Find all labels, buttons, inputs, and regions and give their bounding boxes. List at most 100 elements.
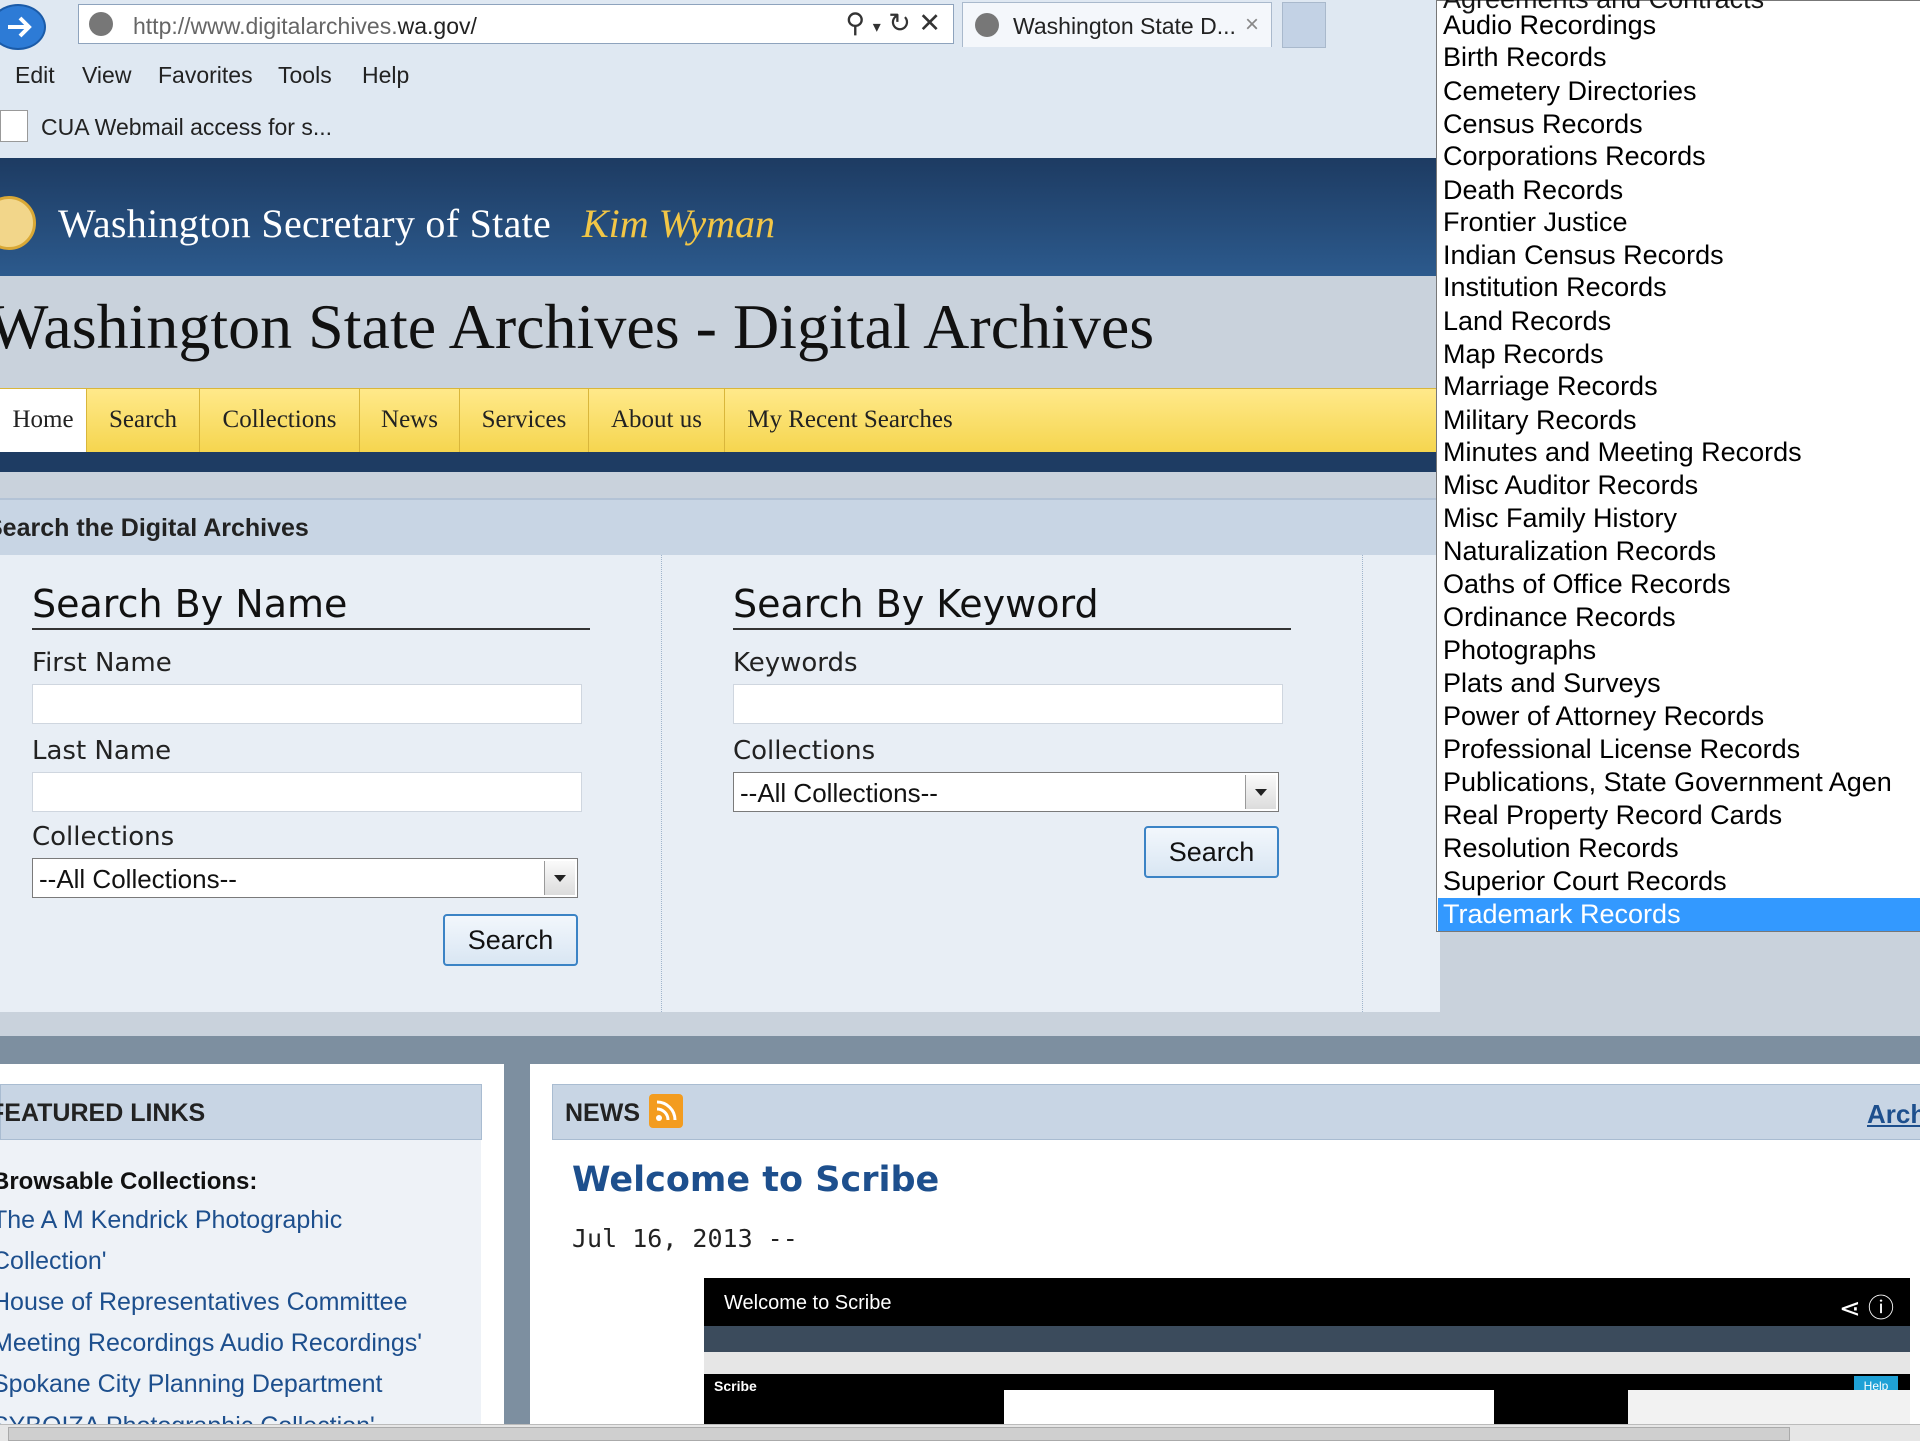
collections-dropdown-list[interactable]: Agreements and Contracts Audio Recording… bbox=[1436, 0, 1920, 932]
forward-arrow-icon bbox=[8, 16, 32, 38]
dropdown-option[interactable]: Oaths of Office Records bbox=[1443, 568, 1920, 601]
search-by-name-title: Search By Name bbox=[32, 582, 348, 626]
new-tab-button[interactable] bbox=[1282, 2, 1326, 48]
dropdown-option[interactable]: Misc Auditor Records bbox=[1443, 469, 1920, 502]
first-name-input[interactable] bbox=[32, 684, 582, 724]
dropdown-option[interactable]: Military Records bbox=[1443, 404, 1920, 437]
news-archive-link[interactable]: Archive bbox=[1867, 1099, 1920, 1130]
dropdown-option[interactable]: Misc Family History bbox=[1443, 502, 1920, 535]
dropdown-option[interactable]: Birth Records bbox=[1443, 41, 1920, 74]
dropdown-option[interactable]: Ordinance Records bbox=[1443, 601, 1920, 634]
name-collections-select[interactable]: --All Collections-- bbox=[32, 858, 578, 898]
nav-home[interactable]: Home bbox=[0, 389, 87, 453]
menu-edit[interactable]: Edit bbox=[15, 62, 55, 89]
chevron-down-icon[interactable] bbox=[1245, 775, 1276, 809]
page-title: Washington State Archives - Digital Arch… bbox=[0, 291, 1155, 362]
stop-icon[interactable]: ✕ bbox=[918, 8, 941, 38]
video-title: Welcome to Scribe bbox=[724, 1292, 892, 1314]
nav-collections[interactable]: Collections bbox=[200, 389, 360, 453]
column-divider bbox=[661, 555, 662, 1012]
browser-tab[interactable]: Washington State D... × bbox=[962, 2, 1272, 47]
featured-link[interactable]: House of Representatives Committee bbox=[0, 1288, 407, 1317]
news-item-title[interactable]: Welcome to Scribe bbox=[572, 1160, 939, 1200]
office-name[interactable]: Washington Secretary of State bbox=[58, 200, 551, 247]
dropdown-option[interactable]: Institution Records bbox=[1443, 271, 1920, 304]
share-icon[interactable]: ⋖ bbox=[1839, 1293, 1861, 1323]
menu-view[interactable]: View bbox=[82, 62, 131, 89]
dropdown-option[interactable]: Professional License Records bbox=[1443, 733, 1920, 766]
rss-icon[interactable] bbox=[649, 1094, 683, 1128]
title-underline bbox=[32, 628, 590, 630]
name-search-button[interactable]: Search bbox=[443, 914, 578, 966]
search-icon[interactable]: ⚲ bbox=[845, 8, 865, 38]
menu-help[interactable]: Help bbox=[362, 62, 409, 89]
featured-link[interactable]: Spokane City Planning Department bbox=[0, 1370, 383, 1399]
tab-title: Washington State D... bbox=[1013, 13, 1236, 39]
featured-link[interactable]: The A M Kendrick Photographic bbox=[0, 1206, 342, 1235]
dropdown-option[interactable]: Real Property Record Cards bbox=[1443, 799, 1920, 832]
nav-services[interactable]: Services bbox=[460, 389, 589, 453]
news-header: NEWS Archive bbox=[552, 1084, 1920, 1140]
dropdown-option[interactable]: Power of Attorney Records bbox=[1443, 700, 1920, 733]
keyword-search-button[interactable]: Search bbox=[1144, 826, 1279, 878]
tab-close-icon[interactable]: × bbox=[1245, 11, 1259, 39]
search-section-header: Search the Digital Archives bbox=[0, 498, 1440, 557]
keyword-collections-value: --All Collections-- bbox=[740, 778, 938, 808]
first-name-label: First Name bbox=[32, 648, 172, 678]
dropdown-option[interactable]: Death Records bbox=[1443, 174, 1920, 207]
nav-divider bbox=[0, 452, 1440, 472]
favorite-webmail-link[interactable]: CUA Webmail access for s... bbox=[41, 114, 332, 141]
nav-search[interactable]: Search bbox=[87, 389, 200, 453]
dropdown-option[interactable]: Cemetery Directories bbox=[1443, 75, 1920, 108]
video-controls: ⋖ ⓘ bbox=[1839, 1288, 1894, 1325]
dropdown-option[interactable]: Naturalization Records bbox=[1443, 535, 1920, 568]
column-divider bbox=[1362, 555, 1363, 1012]
featured-link[interactable]: Collection' bbox=[0, 1247, 107, 1276]
dropdown-option[interactable]: Plats and Surveys bbox=[1443, 667, 1920, 700]
keyword-collections-label: Collections bbox=[733, 736, 876, 766]
featured-link[interactable]: Meeting Recordings Audio Recordings' bbox=[0, 1329, 422, 1358]
dropdown-option-selected[interactable]: Trademark Records bbox=[1438, 898, 1920, 931]
featured-links-title: FEATURED LINKS bbox=[0, 1099, 206, 1127]
address-bar[interactable]: http://www.digitalarchives.wa.gov/ ⚲ ▾ ↻… bbox=[78, 4, 954, 44]
dropdown-option[interactable]: Publications, State Government Agen bbox=[1443, 766, 1920, 799]
dropdown-option[interactable]: Photographs bbox=[1443, 634, 1920, 667]
scrollbar-thumb[interactable] bbox=[8, 1427, 1790, 1441]
keywords-input[interactable] bbox=[733, 684, 1283, 724]
search-section-title: Search the Digital Archives bbox=[0, 514, 309, 542]
dropdown-option[interactable]: Map Records bbox=[1443, 338, 1920, 371]
dropdown-option[interactable]: Audio Recordings bbox=[1443, 9, 1920, 42]
dropdown-option[interactable]: Minutes and Meeting Records bbox=[1443, 436, 1920, 469]
nav-news[interactable]: News bbox=[360, 389, 460, 453]
video-app-name: Scribe bbox=[714, 1378, 757, 1394]
dropdown-option[interactable]: Frontier Justice bbox=[1443, 206, 1920, 239]
dropdown-icon[interactable]: ▾ bbox=[873, 19, 881, 36]
dropdown-option[interactable]: Resolution Records bbox=[1443, 832, 1920, 865]
keywords-label: Keywords bbox=[733, 648, 858, 678]
menu-tools[interactable]: Tools bbox=[278, 62, 332, 89]
horizontal-scrollbar[interactable] bbox=[0, 1424, 1920, 1441]
video-browser-tabs bbox=[704, 1326, 1910, 1352]
dropdown-option[interactable]: Superior Court Records bbox=[1443, 865, 1920, 898]
nav-about-us[interactable]: About us bbox=[589, 389, 725, 453]
nav-recent-searches[interactable]: My Recent Searches bbox=[725, 389, 975, 453]
dropdown-option[interactable]: Land Records bbox=[1443, 305, 1920, 338]
browsable-collections-label: Browsable Collections: bbox=[0, 1168, 258, 1195]
news-title: NEWS bbox=[565, 1099, 640, 1127]
menu-bar: Edit View Favorites Tools Help bbox=[0, 56, 1440, 96]
address-tools: ⚲ ▾ ↻ ✕ bbox=[845, 8, 941, 39]
refresh-icon[interactable]: ↻ bbox=[888, 8, 911, 38]
chevron-down-icon[interactable] bbox=[544, 861, 575, 895]
dropdown-option[interactable]: Indian Census Records bbox=[1443, 239, 1920, 272]
dropdown-option[interactable]: Census Records bbox=[1443, 108, 1920, 141]
rss-glyph bbox=[656, 1100, 677, 1121]
keyword-collections-select[interactable]: --All Collections-- bbox=[733, 772, 1279, 812]
video-bookmarks-bar bbox=[704, 1352, 1910, 1374]
last-name-input[interactable] bbox=[32, 772, 582, 812]
dropdown-option[interactable]: Marriage Records bbox=[1443, 370, 1920, 403]
title-underline bbox=[733, 628, 1291, 630]
dropdown-option[interactable]: Corporations Records bbox=[1443, 140, 1920, 173]
menu-favorites[interactable]: Favorites bbox=[158, 62, 253, 89]
info-icon[interactable]: ⓘ bbox=[1868, 1293, 1894, 1323]
embedded-video[interactable]: Welcome to Scribe ⋖ ⓘ Scribe Help bbox=[704, 1278, 1910, 1440]
